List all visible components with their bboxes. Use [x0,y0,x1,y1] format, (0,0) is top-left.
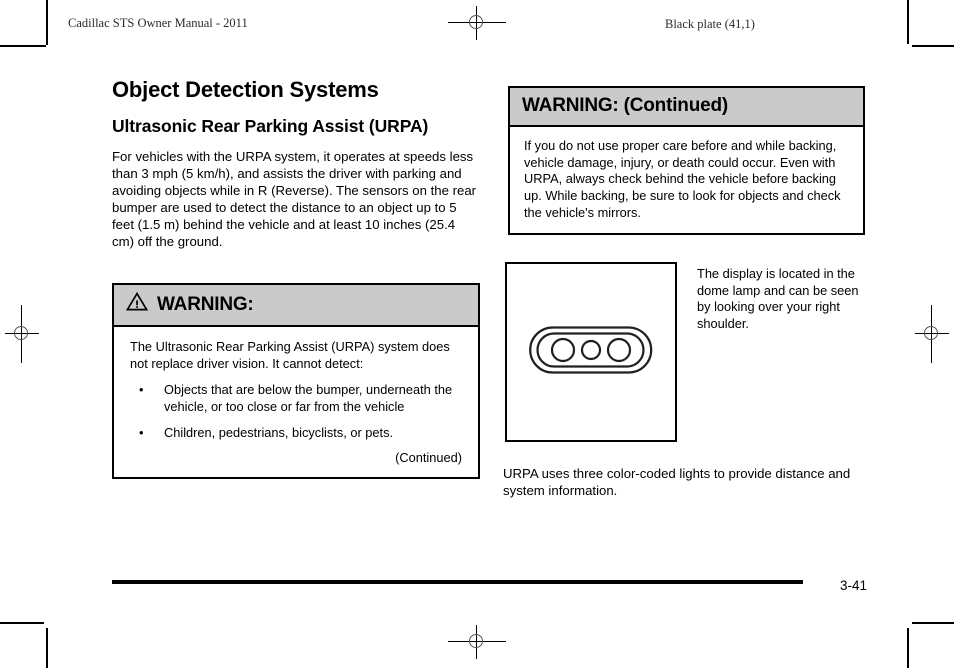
warning-triangle-icon [125,291,149,317]
left-column: Object Detection Systems Ultrasonic Rear… [112,77,480,262]
figure-caption: The display is located in the dome lamp … [697,266,859,331]
bullet-marker: • [139,382,144,398]
list-item-text: Objects that are below the bumper, under… [164,382,453,414]
warning-continued-box: WARNING: (Continued) If you do not use p… [508,86,865,236]
figure-frame [505,262,677,442]
warning-continued-header: WARNING: (Continued) [510,88,863,127]
list-item: • Objects that are below the bumper, und… [130,382,462,415]
warning-box: WARNING: The Ultrasonic Rear Parking Ass… [112,283,480,479]
section-subtitle: Ultrasonic Rear Parking Assist (URPA) [112,116,429,137]
page-title: Object Detection Systems [112,77,379,102]
intro-paragraph: For vehicles with the URPA system, it op… [112,148,477,249]
warning-continued-text: If you do not use proper care before and… [524,138,841,220]
page-content: Object Detection Systems Ultrasonic Rear… [0,0,954,668]
figure-block: The display is located in the dome lamp … [505,262,865,442]
page-number: 3-41 [840,578,868,593]
warning-body-text: The Ultrasonic Rear Parking Assist (URPA… [130,339,450,371]
continued-label: (Continued) [395,450,462,466]
bullet-marker: • [139,424,144,440]
warning-box-heading-label: WARNING: [157,293,254,315]
note-paragraph: URPA uses three color-coded lights to pr… [503,466,851,499]
warning-box-body: The Ultrasonic Rear Parking Assist (URPA… [114,327,478,477]
warning-continued-body: If you do not use proper care before and… [510,127,863,233]
warning-bullet-list: • Objects that are below the bumper, und… [130,382,462,441]
footer-rule [112,580,803,584]
warning-continued-heading-label: WARNING: (Continued) [522,95,729,116]
warning-box-header: WARNING: [114,285,478,327]
list-item-text: Children, pedestrians, bicyclists, or pe… [164,424,394,440]
list-item: • Children, pedestrians, bicyclists, or … [130,425,462,442]
urpa-dome-lamp-display-icon [528,319,654,386]
